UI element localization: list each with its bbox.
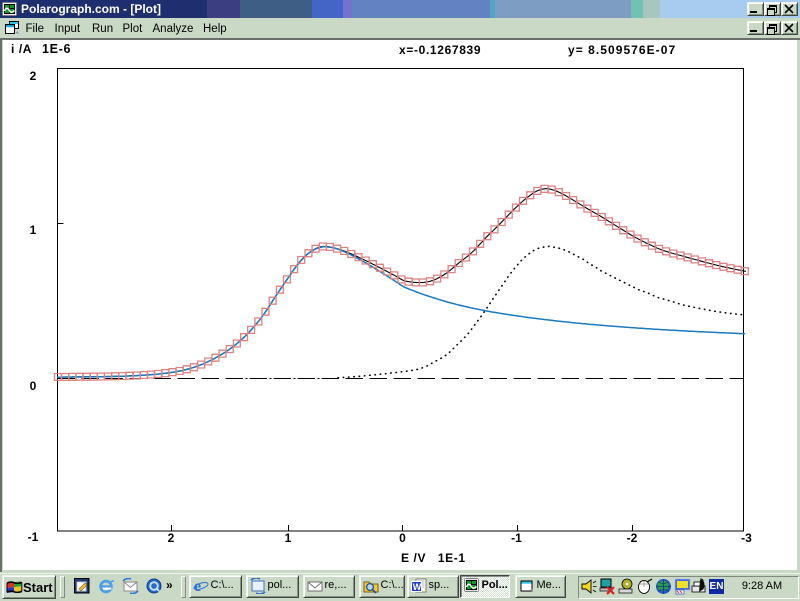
svg-text:W: W (412, 582, 421, 592)
